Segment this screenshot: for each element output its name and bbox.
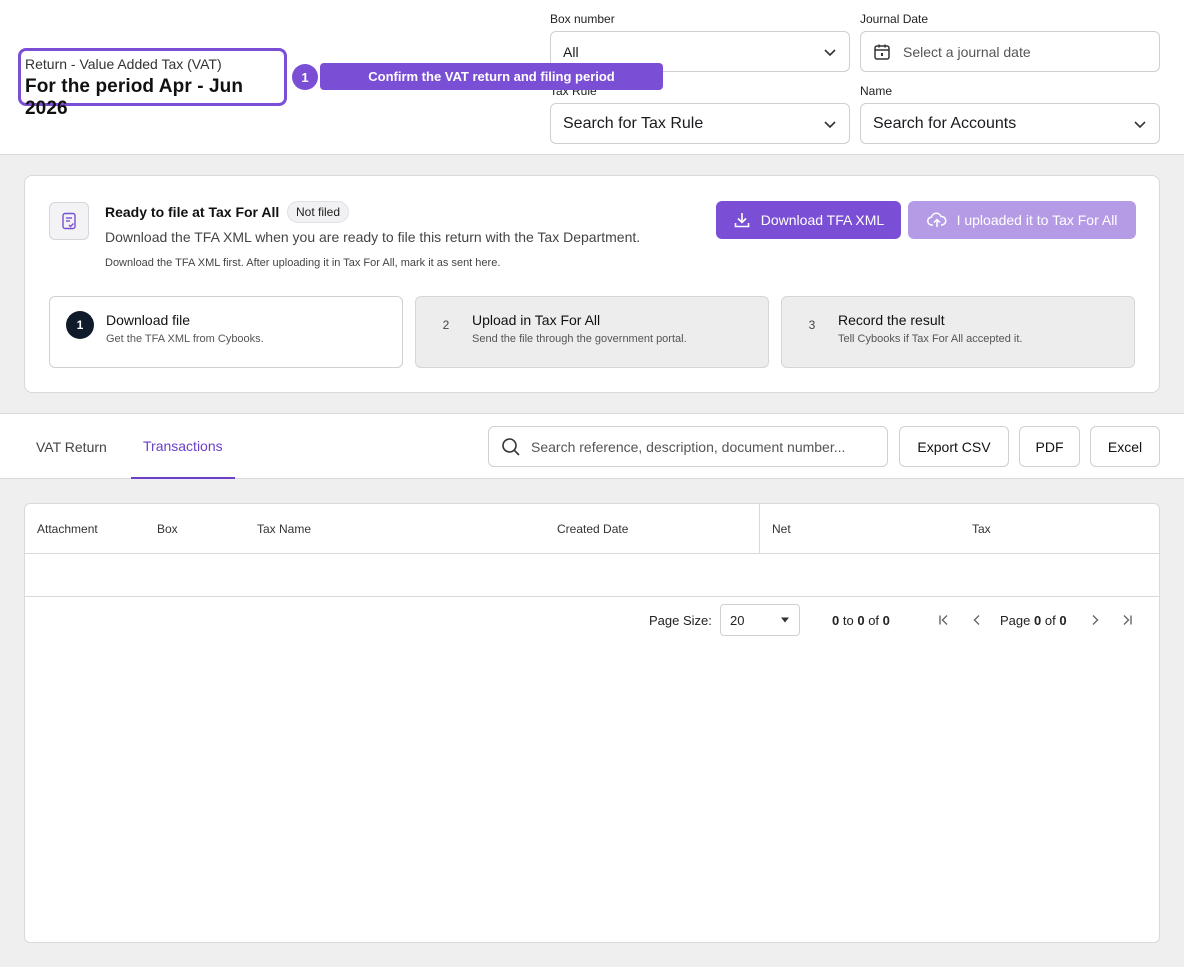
- download-tfa-xml-label: Download TFA XML: [760, 212, 885, 228]
- step-subtitle: Get the TFA XML from Cybooks.: [106, 333, 264, 345]
- excel-button[interactable]: Excel: [1090, 426, 1160, 467]
- column-resize-handle[interactable]: [759, 504, 760, 554]
- page-size-select[interactable]: 20: [720, 604, 800, 636]
- page-size-value: 20: [730, 612, 745, 628]
- chevron-right-icon: [1092, 615, 1099, 625]
- caret-down-icon: [781, 617, 789, 623]
- tour-step-badge: 1: [292, 64, 318, 90]
- filing-card: Ready to file at Tax For All Not filed D…: [24, 175, 1160, 393]
- page-header: Return - Value Added Tax (VAT) For the p…: [0, 0, 1184, 155]
- next-page-button[interactable]: [1086, 611, 1104, 629]
- tabs-toolbar: VAT Return Transactions Export CSV PDF E…: [0, 413, 1184, 479]
- search-input[interactable]: [531, 438, 875, 455]
- search-box[interactable]: [488, 426, 888, 467]
- step-number: 3: [808, 318, 816, 332]
- row-of-word: of: [868, 613, 880, 628]
- previous-page-button[interactable]: [968, 611, 986, 629]
- name-value: Search for Accounts: [873, 114, 1017, 132]
- page-current: 0: [1034, 613, 1042, 628]
- step-title: Record the result: [838, 312, 945, 328]
- column-header-attachment[interactable]: Attachment: [37, 522, 98, 536]
- uploaded-to-tfa-label: I uploaded it to Tax For All: [956, 212, 1118, 228]
- name-select[interactable]: Search for Accounts: [860, 103, 1160, 144]
- checklist-icon: [49, 202, 89, 240]
- row-to: 0: [857, 613, 865, 628]
- return-subtitle: Return - Value Added Tax (VAT): [25, 56, 222, 72]
- filing-hint: Download the TFA XML first. After upload…: [105, 257, 501, 269]
- first-page-button[interactable]: [935, 611, 953, 629]
- grid-body-empty: [25, 554, 1159, 597]
- download-tfa-xml-button[interactable]: Download TFA XML: [716, 201, 901, 239]
- page-size-label: Page Size:: [649, 613, 712, 628]
- calendar-icon: [874, 44, 890, 60]
- return-title-box: Return - Value Added Tax (VAT) For the p…: [18, 48, 287, 119]
- row-total: 0: [882, 613, 890, 628]
- grid-header: Attachment Box Tax Name Created Date Net…: [25, 504, 1159, 554]
- download-icon: [734, 213, 750, 228]
- box-number-value: All: [563, 43, 579, 60]
- column-header-net[interactable]: Net: [772, 522, 791, 536]
- name-label: Name: [860, 84, 893, 98]
- column-header-tax-name[interactable]: Tax Name: [257, 522, 311, 536]
- journal-date-placeholder: Select a journal date: [903, 43, 1031, 60]
- journal-date-picker[interactable]: Select a journal date: [860, 31, 1160, 72]
- row-to-word: to: [842, 613, 854, 628]
- tab-transactions[interactable]: Transactions: [131, 414, 235, 479]
- step-subtitle: Tell Cybooks if Tax For All accepted it.: [838, 333, 1023, 345]
- pdf-button[interactable]: PDF: [1019, 426, 1080, 467]
- page-indicator: Page 0 of 0: [1000, 613, 1067, 628]
- transactions-grid: Attachment Box Tax Name Created Date Net…: [24, 503, 1160, 943]
- column-header-tax[interactable]: Tax: [972, 522, 991, 536]
- step-upload-tfa: 2 Upload in Tax For All Send the file th…: [415, 296, 769, 368]
- step-title: Upload in Tax For All: [472, 312, 601, 328]
- column-header-box[interactable]: Box: [157, 522, 178, 536]
- return-period-title: For the period Apr - Jun 2026: [25, 76, 244, 119]
- filing-title: Ready to file at Tax For All: [105, 204, 280, 220]
- step-download-file: 1 Download file Get the TFA XML from Cyb…: [49, 296, 403, 368]
- search-icon: [502, 437, 520, 456]
- tab-vat-return[interactable]: VAT Return: [24, 414, 119, 479]
- step-number: 1: [66, 311, 94, 339]
- row-count: 0 to 0 of 0: [832, 613, 890, 628]
- last-page-icon: [1123, 615, 1132, 625]
- tax-rule-select[interactable]: Search for Tax Rule: [550, 103, 850, 144]
- page-of-word: of: [1044, 613, 1056, 628]
- step-record-result: 3 Record the result Tell Cybooks if Tax …: [781, 296, 1135, 368]
- uploaded-to-tfa-button[interactable]: I uploaded it to Tax For All: [908, 201, 1136, 239]
- chevron-left-icon: [973, 615, 980, 625]
- last-page-button[interactable]: [1118, 611, 1136, 629]
- page-total: 0: [1059, 613, 1067, 628]
- cloud-upload-icon: [926, 212, 947, 227]
- chevron-down-icon: [824, 48, 836, 56]
- first-page-icon: [939, 615, 948, 625]
- page-word: Page: [1000, 613, 1031, 628]
- box-number-label: Box number: [550, 12, 615, 26]
- tour-callout[interactable]: Confirm the VAT return and filing period: [320, 63, 663, 90]
- pagination: Page Size: 20 0 to 0 of 0 Page 0 of 0: [25, 597, 1159, 645]
- step-title: Download file: [106, 312, 191, 328]
- tax-rule-value: Search for Tax Rule: [563, 114, 704, 132]
- export-csv-button[interactable]: Export CSV: [899, 426, 1009, 467]
- journal-date-label: Journal Date: [860, 12, 929, 26]
- status-badge: Not filed: [287, 201, 350, 223]
- filing-description: Download the TFA XML when you are ready …: [105, 229, 641, 245]
- row-from: 0: [832, 613, 840, 628]
- chevron-down-icon: [824, 120, 836, 128]
- column-header-created-date[interactable]: Created Date: [557, 522, 628, 536]
- step-subtitle: Send the file through the government por…: [472, 333, 687, 345]
- step-number: 2: [442, 318, 450, 332]
- chevron-down-icon: [1134, 120, 1146, 128]
